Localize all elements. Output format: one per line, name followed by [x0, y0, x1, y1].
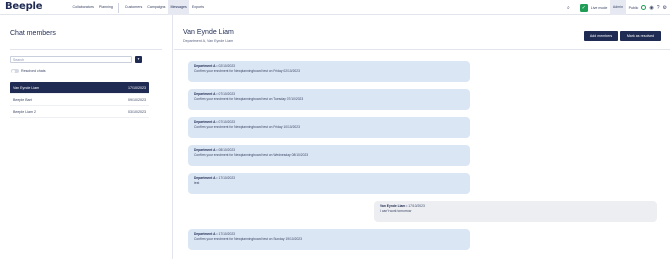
conversation-panel: Van Eynde Liam Department A, Van Eynde L… — [174, 15, 670, 259]
nav-exports[interactable]: Exports — [189, 0, 206, 15]
message-text: I can't work tomorrow — [380, 208, 412, 213]
admin-toggle[interactable]: Admin — [610, 0, 626, 15]
live-mode-label[interactable]: Live mode — [591, 6, 608, 10]
chat-name: Beeple Bart — [13, 97, 32, 102]
chat-name: Van Eynde Liam — [13, 85, 40, 90]
nav-planning[interactable]: Planning — [96, 0, 115, 15]
message-bubble: Department A • 08/10/2023 Confirm your e… — [188, 145, 470, 166]
message-sender: Department A — [194, 176, 216, 180]
message-date: 08/10/2023 — [218, 148, 236, 152]
message-text: Confirm your enrolment for Newplanningbo… — [194, 96, 304, 101]
chat-list: Van Eynde Liam 17/10/2023 Beeple Bart 09… — [10, 82, 149, 118]
message-date: 17/10/2023 — [408, 204, 425, 208]
message-date: 17/10/2023 — [218, 176, 236, 180]
settings-icon[interactable]: ⚙ — [663, 5, 667, 11]
message-bubble: Department A • 17/10/2023 Confirm your e… — [188, 229, 470, 250]
message-date: 07/10/2023 — [218, 92, 236, 96]
message-sender: Van Eynde Liam — [380, 204, 406, 208]
chat-members-panel: Chat members Search ▾ Resolved chats Van… — [0, 15, 173, 259]
message-text: Confirm your enrolment for Newplanningbo… — [194, 68, 300, 73]
conversation-subtitle: Department A, Van Eynde Liam — [183, 39, 234, 43]
divider — [10, 49, 162, 50]
resolved-chats-toggle[interactable] — [11, 69, 19, 73]
message-bubble: Department A • 07/10/2023 Confirm your e… — [188, 89, 470, 110]
chat-list-item[interactable]: Beeple Bart 09/10/2023 — [10, 94, 149, 106]
search-input[interactable]: Search — [10, 56, 132, 63]
public-toggle[interactable]: Public — [629, 6, 639, 10]
add-members-button[interactable]: Add members — [584, 31, 618, 41]
message-date: 07/10/2023 — [218, 120, 236, 124]
search-icon[interactable]: ⌕ — [567, 5, 570, 11]
panel-title: Chat members — [10, 30, 56, 37]
nav-messages[interactable]: Messages — [167, 0, 190, 15]
conversation-title: Van Eynde Liam — [183, 29, 234, 36]
message-sender: Department A — [194, 64, 216, 68]
message-bubble: Department A • 17/10/2023 test — [188, 173, 470, 194]
chat-name: Beeple Liam 2 — [13, 109, 36, 114]
chat-date: 03/10/2023 — [128, 109, 146, 114]
status-ring-icon — [641, 5, 647, 10]
top-navbar: Beeple Collaborators Planning Customers … — [0, 0, 670, 15]
primary-nav: Collaborators Planning Customers Campaig… — [70, 0, 207, 15]
chat-list-item[interactable]: Beeple Liam 2 03/10/2023 — [10, 106, 149, 118]
message-text: Confirm your enrolment for Newplanningbo… — [194, 152, 309, 157]
message-text: test — [194, 180, 200, 185]
globe-icon[interactable]: ◉ — [649, 5, 653, 11]
resolved-chats-label: Resolved chats — [21, 69, 46, 73]
message-sender: Department A — [194, 120, 216, 124]
message-date: 02/10/2023 — [218, 64, 236, 68]
message-sender: Department A — [194, 148, 216, 152]
message-bubble: Department A • 02/10/2023 Confirm your e… — [188, 61, 470, 82]
nav-separator — [118, 2, 120, 13]
chevron-down-icon[interactable]: ▾ — [135, 56, 142, 63]
nav-collaborators[interactable]: Collaborators — [70, 0, 96, 15]
message-sender: Department A — [194, 232, 216, 236]
chat-date: 17/10/2023 — [128, 85, 146, 90]
checkmark-icon[interactable]: ✓ — [579, 3, 588, 12]
message-text: Confirm your enrolment for Newplanningbo… — [194, 236, 302, 241]
app-logo[interactable]: Beeple — [5, 1, 43, 12]
divider — [174, 49, 670, 50]
mark-resolved-button[interactable]: Mark as resolved — [620, 31, 661, 41]
message-bubble: Department A • 07/10/2023 Confirm your e… — [188, 117, 470, 138]
message-text: Confirm your enrolment for Newplanningbo… — [194, 124, 300, 129]
message-date: 17/10/2023 — [218, 232, 236, 236]
message-sender: Department A — [194, 92, 216, 96]
top-right-controls: ⌕ ✓ Live mode Admin Public ◉ ? ⚙ — [567, 0, 667, 15]
chat-list-item[interactable]: Van Eynde Liam 17/10/2023 — [10, 82, 149, 94]
message-bubble-outgoing: Van Eynde Liam • 17/10/2023 I can't work… — [374, 201, 657, 222]
chat-date: 09/10/2023 — [128, 97, 146, 102]
nav-campaigns[interactable]: Campaigns — [145, 0, 168, 15]
nav-customers[interactable]: Customers — [122, 0, 144, 15]
help-icon[interactable]: ? — [657, 5, 660, 11]
